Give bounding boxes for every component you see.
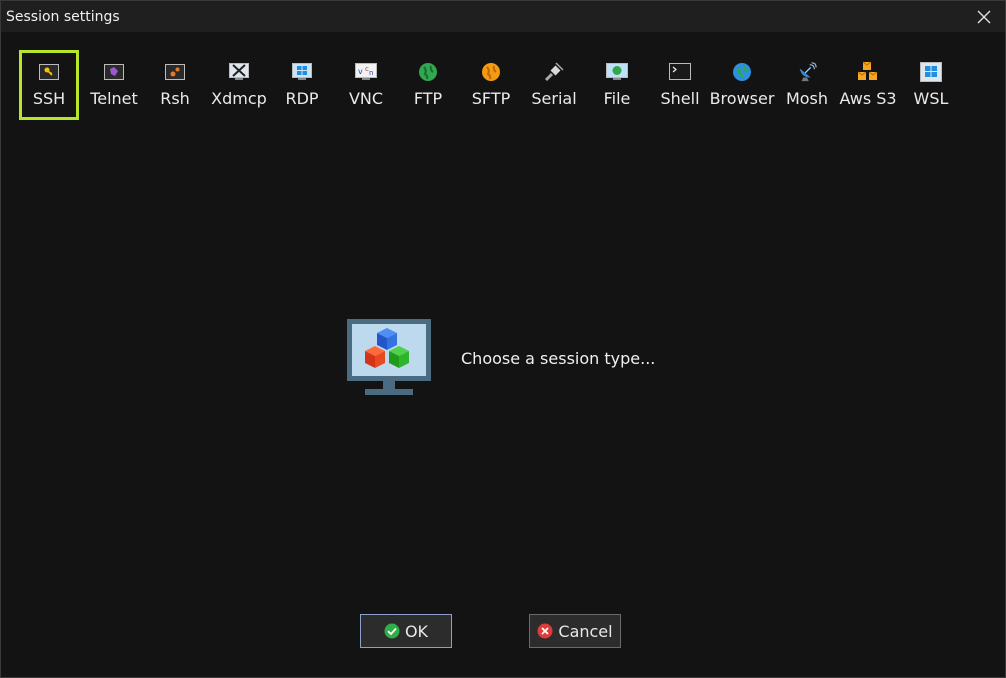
session-type-serial[interactable]: Serial [529, 50, 579, 120]
session-type-aws-s3[interactable]: Aws S3 [839, 50, 897, 120]
svg-text:v: v [358, 67, 363, 76]
session-settings-dialog: Session settings SSH Telnet Rsh Xdmcp RD… [0, 0, 1006, 678]
session-type-label: Aws S3 [839, 89, 897, 108]
session-type-wsl[interactable]: WSL [909, 50, 953, 120]
session-type-xdmcp[interactable]: Xdmcp [207, 50, 271, 120]
session-type-label: FTP [413, 89, 443, 108]
file-monitor-icon [606, 62, 628, 82]
session-type-vnc[interactable]: vcn VNC [341, 50, 391, 120]
title-bar: Session settings [1, 1, 1005, 32]
session-type-browser[interactable]: Browser [709, 50, 775, 120]
rsh-icon [164, 62, 186, 82]
close-icon [977, 10, 991, 24]
session-type-label: Serial [531, 89, 577, 108]
check-circle-icon [384, 623, 400, 639]
session-type-label: VNC [348, 89, 384, 108]
ftp-globe-icon [417, 62, 439, 82]
session-type-mosh[interactable]: Mosh [782, 50, 832, 120]
session-type-label: Rsh [160, 89, 190, 108]
session-type-shell[interactable]: Shell [657, 50, 703, 120]
svg-text:n: n [369, 69, 373, 77]
session-type-label: SSH [32, 89, 66, 108]
telnet-icon [103, 62, 125, 82]
session-type-label: Xdmcp [211, 89, 267, 108]
ok-button[interactable]: OK [360, 614, 452, 648]
cancel-button[interactable]: Cancel [529, 614, 621, 648]
serial-plug-icon [543, 62, 565, 82]
session-type-rdp[interactable]: RDP [277, 50, 327, 120]
shell-terminal-icon [669, 62, 691, 82]
choose-session-prompt: Choose a session type... [461, 349, 656, 368]
window-title: Session settings [6, 9, 120, 25]
session-type-ftp[interactable]: FTP [404, 50, 452, 120]
ok-button-label: OK [404, 621, 429, 641]
session-type-label: Telnet [90, 89, 138, 108]
xdmcp-icon [228, 62, 250, 82]
windows-logo-icon [920, 62, 942, 82]
aws-cubes-icon [857, 61, 879, 82]
cancel-button-label: Cancel [558, 621, 613, 641]
session-type-label: RDP [285, 89, 319, 108]
vnc-icon: vcn [355, 62, 377, 82]
session-type-label: File [603, 89, 631, 108]
session-type-file[interactable]: File [594, 50, 640, 120]
cancel-x-circle-icon [537, 623, 553, 639]
rdp-icon [291, 62, 313, 82]
session-type-rsh[interactable]: Rsh [149, 50, 201, 120]
session-type-ssh[interactable]: SSH [19, 50, 79, 120]
session-type-telnet[interactable]: Telnet [84, 50, 144, 120]
session-type-label: Shell [660, 89, 700, 108]
browser-globe-icon [731, 62, 753, 82]
satellite-dish-icon [796, 62, 818, 82]
session-type-illustration [347, 319, 431, 404]
session-type-sftp[interactable]: SFTP [466, 50, 516, 120]
sftp-globe-icon [480, 62, 502, 82]
key-icon [38, 62, 60, 82]
session-type-label: Mosh [785, 89, 829, 108]
session-type-label: Browser [709, 89, 775, 108]
close-button[interactable] [969, 4, 999, 30]
session-type-label: WSL [913, 89, 949, 108]
monitor-cubes-icon [347, 319, 431, 395]
session-type-label: SFTP [471, 89, 511, 108]
